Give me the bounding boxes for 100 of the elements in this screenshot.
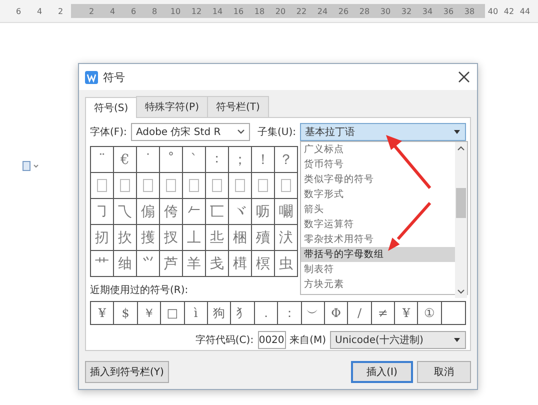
subset-label: 子集(U): [258,126,296,139]
symbol-cell[interactable]: ． [254,302,278,324]
symbol-cell[interactable]: 㘚 [275,199,298,225]
ruler-number: 26 [337,6,350,16]
symbol-cell[interactable]: 扨 [91,225,114,251]
font-dropdown[interactable]: Adobe 仿宋 Std R [130,123,250,141]
tab[interactable]: 符号(S) [85,97,138,118]
symbol-cell[interactable]: ？ [275,147,298,173]
symbol-cell[interactable]: ヾ [229,199,252,225]
symbol-cell[interactable]: / [348,302,372,324]
symbol-cell[interactable]: 侉 [160,199,183,225]
subset-item[interactable]: 数字形式 [301,187,455,202]
symbol-cell[interactable]: ≠ [372,302,396,324]
ruler-number: 4 [108,6,116,16]
missing-glyph-icon[interactable] [143,179,153,192]
ruler-number: 32 [400,6,413,16]
ruler-number: 10 [169,6,182,16]
subset-dropdown[interactable]: 基本拉丁语 [300,123,466,141]
subset-item[interactable]: 货币符号 [301,157,455,172]
symbol-cell[interactable]: ︶ [302,302,325,324]
missing-glyph-icon[interactable] [189,179,199,192]
ruler-number: 40 [486,6,500,16]
symbol-cell[interactable]: 虫 [275,251,298,277]
symbol-cell[interactable]: 扠 [160,225,183,251]
subset-item[interactable]: 广义标点 [301,142,455,157]
recent-label: 近期使用过的符号(R): [90,284,188,297]
code-field[interactable]: 0020 [258,331,286,349]
subset-item[interactable]: 类似字母的符号 [301,172,455,187]
symbol-cell[interactable]: ① [418,302,442,324]
symbol-cell[interactable]: 𠂉 [183,199,206,225]
subset-item[interactable]: 制表符 [301,262,455,277]
missing-glyph-icon[interactable] [212,179,222,192]
symbol-cell[interactable]: 丄 [183,225,206,251]
symbol-cell[interactable]: 擭 [137,225,160,251]
subset-item[interactable]: 箭头 [301,202,455,217]
symbol-cell[interactable]: 榠 [252,251,275,277]
app-logo-icon [85,70,98,84]
caret-icon [236,129,244,135]
subset-item[interactable]: 零杂技术用符号 [301,232,455,247]
dialog-button[interactable]: 插入(I) [351,361,413,383]
symbol-cell[interactable]: 狗 [208,302,232,324]
symbol-cell[interactable]: Φ [324,302,348,324]
symbol-cell[interactable]: ¥ [91,302,114,324]
missing-glyph-icon[interactable] [120,179,130,192]
symbol-cell[interactable]: 乁 [114,199,137,225]
symbol-cell[interactable]: ： [278,302,302,324]
font-label: 字体(F): [90,126,127,139]
ruler-number: 24 [316,6,329,16]
symbol-cell[interactable]: ˚ [160,147,183,173]
symbol-cell[interactable]: 羊 [183,251,206,277]
symbol-cell[interactable]: ˙ [137,147,160,173]
ruler-number: 34 [421,6,434,16]
symbol-cell[interactable]: 戋 [206,251,229,277]
close-icon[interactable] [457,70,471,84]
symbol-cell[interactable]: $ [114,302,138,324]
caret-icon [453,129,461,135]
dialog-button[interactable]: 插入到符号栏(Y) [85,361,169,383]
tab[interactable]: 特殊字符(P) [136,96,208,117]
dialog-button[interactable]: 取消 [417,361,471,383]
symbol-cell[interactable]: ！ [252,147,275,173]
symbol-cell[interactable]: ˋ [183,147,206,173]
symbol-cell[interactable]: ￥ [138,302,162,324]
symbol-cell[interactable]: 艹 [91,251,114,277]
symbol-cell[interactable]: 榵 [229,251,252,277]
ruler-number: 30 [379,6,392,16]
symbol-cell[interactable]: 犭 [231,302,255,324]
symbol-cell[interactable]: 丠 [206,225,229,251]
symbol-cell[interactable]: 殰 [252,225,275,251]
symbol-cell[interactable]: 匸 [206,199,229,225]
symbol-cell[interactable]: ¥ [395,302,418,324]
symbol-cell[interactable]: ì [184,302,208,324]
missing-glyph-icon[interactable] [258,179,268,192]
symbol-cell[interactable]: 呖 [252,199,275,225]
encoding-dropdown[interactable]: Unicode(十六进制) [330,331,466,349]
subset-item[interactable]: 数字运算符 [301,217,455,232]
ruler-number: 16 [232,6,245,16]
symbol-cell[interactable]: ¨ [91,147,114,173]
symbol-cell[interactable]: 䌷 [114,251,137,277]
symbol-cell[interactable]: 汱 [275,225,298,251]
code-label: 字符代码(C): [195,334,254,347]
symbol-cell[interactable]: ⺍ [137,251,160,277]
symbol-cell[interactable]: € [114,147,137,173]
symbol-cell[interactable]: ∶ [206,147,229,173]
symbol-cell[interactable]: 扻 [114,225,137,251]
symbol-cell[interactable]: ； [229,147,252,173]
missing-glyph-icon[interactable] [166,179,176,192]
symbol-cell[interactable]: □ [161,302,185,324]
symbol-cell[interactable]: 芦 [160,251,183,277]
symbol-cell[interactable]: 傓 [137,199,160,225]
missing-glyph-icon[interactable] [97,179,107,192]
symbol-cell[interactable]: 梱 [229,225,252,251]
subset-item[interactable]: 方块元素 [301,277,455,292]
missing-glyph-icon[interactable] [281,179,291,192]
paragraph-icon[interactable] [22,161,40,171]
missing-glyph-icon[interactable] [235,179,245,192]
subset-item[interactable]: 带括号的字母数组 [301,247,455,262]
symbol-cell[interactable]: ㇆ [91,199,114,225]
tab[interactable]: 符号栏(T) [207,96,269,117]
ruler-number: 36 [442,6,455,16]
ruler-number: 38 [463,6,476,16]
